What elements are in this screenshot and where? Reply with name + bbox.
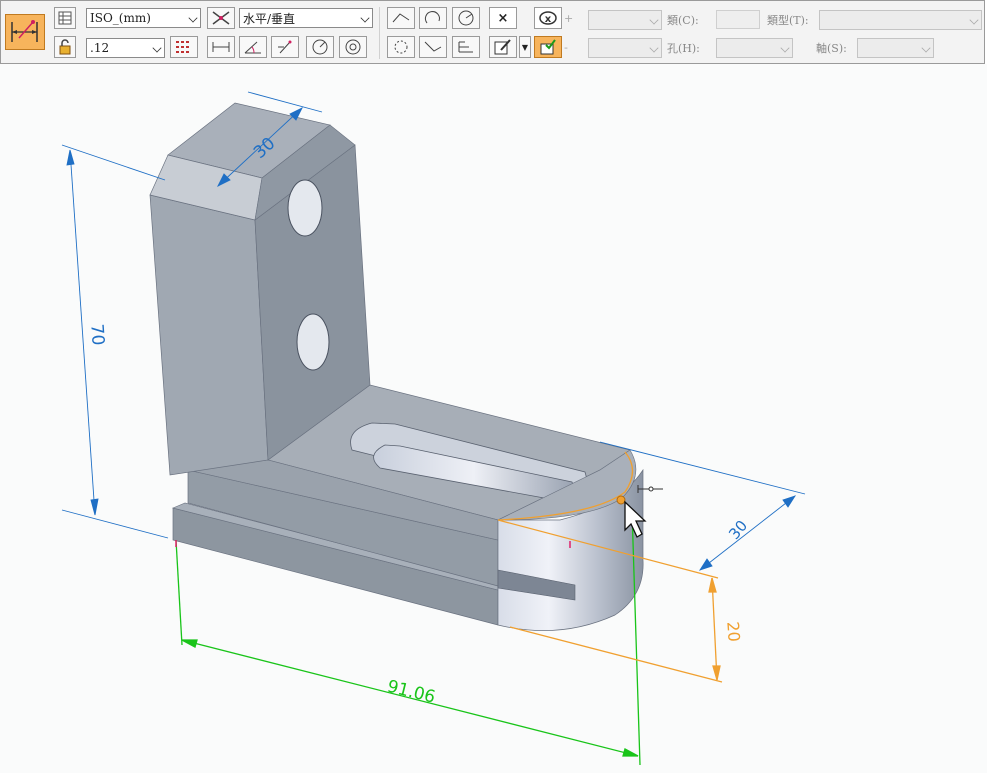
thickness-dimension-text[interactable]: 20	[723, 621, 743, 643]
orientation-button[interactable]	[207, 7, 235, 29]
angle-dim-button[interactable]	[239, 36, 267, 58]
distance-between-button[interactable]	[387, 7, 415, 29]
angle-between-button[interactable]	[419, 7, 447, 29]
lock-icon	[59, 39, 71, 55]
orientation-dropdown-value: 水平/垂直	[243, 11, 296, 26]
chevron-down-icon	[649, 15, 659, 25]
linear-dim-icon	[212, 42, 230, 52]
precision-grid-icon	[176, 41, 189, 53]
minus-sign: -	[564, 41, 568, 54]
graphics-window[interactable]: 70 30 30 91.06 20	[0, 64, 987, 773]
dimension-toolbar: ISO_(mm) .12 水平/垂直 × ▼ x + - 類(C): 孔(H):…	[0, 0, 985, 64]
precision-dropdown[interactable]: .12	[86, 38, 165, 58]
chamfer-icon	[424, 41, 442, 52]
chevron-down-icon	[649, 43, 659, 53]
symmetric-diameter-button[interactable]	[387, 36, 415, 58]
svg-text:x: x	[545, 14, 552, 25]
dimension-style-dropdown[interactable]: ISO_(mm)	[86, 8, 201, 28]
ordinate-dim-button[interactable]	[452, 36, 480, 58]
symmetric-diameter-icon	[394, 40, 408, 54]
coordinate-dim-icon	[278, 40, 292, 54]
edit-dimension-button[interactable]	[489, 36, 517, 58]
chevron-down-icon	[188, 13, 198, 23]
dimension-style-button[interactable]	[54, 7, 76, 29]
close-icon: ×	[497, 10, 509, 26]
chevron-down-icon	[360, 13, 370, 23]
prefix-dropdown	[588, 10, 662, 30]
depth-dimension-text[interactable]: 30	[725, 517, 751, 543]
upper-hole	[287, 179, 323, 237]
smart-dimension-icon	[11, 20, 38, 42]
upright-left-face	[149, 194, 269, 476]
angle-dim-icon	[244, 41, 261, 54]
precision-format-button[interactable]	[170, 36, 198, 58]
style-grid-icon	[58, 11, 72, 25]
orientation-dropdown[interactable]: 水平/垂直	[239, 8, 373, 28]
axis-dropdown	[857, 38, 934, 58]
arc-icon	[424, 11, 440, 24]
chamfer-dim-button[interactable]	[419, 36, 447, 58]
type-field	[716, 10, 760, 29]
type2-dropdown	[819, 10, 982, 30]
chevron-down-icon	[921, 43, 931, 53]
driving-check-icon	[540, 39, 556, 55]
edit-icon	[494, 39, 511, 55]
length-dimension-text[interactable]: 91.06	[385, 677, 437, 708]
clear-variable-button[interactable]: x	[534, 7, 562, 29]
distance-icon	[392, 13, 410, 23]
radial-dim-button[interactable]	[306, 36, 334, 58]
close-button[interactable]: ×	[489, 7, 517, 29]
type2-label: 類型(T):	[767, 14, 809, 27]
hole-dropdown	[716, 38, 793, 58]
variable-x-icon: x	[539, 11, 557, 25]
diameter-dim-icon	[345, 39, 361, 55]
smart-dimension-button[interactable]	[5, 14, 45, 50]
height-dimension-text[interactable]: 70	[86, 323, 107, 346]
chevron-down-icon: ▼	[521, 42, 529, 52]
arc-angle-icon	[458, 10, 474, 26]
chevron-down-icon	[969, 15, 979, 25]
linear-dim-button[interactable]	[207, 36, 235, 58]
precision-dropdown-value: .12	[90, 41, 110, 55]
arc-angle-button[interactable]	[452, 7, 480, 29]
radial-dim-icon	[312, 39, 328, 55]
lock-button[interactable]	[54, 36, 76, 58]
chevron-down-icon	[780, 43, 790, 53]
plus-sign: +	[564, 12, 574, 25]
coordinate-dim-button[interactable]	[271, 36, 299, 58]
suffix-dropdown	[588, 38, 662, 58]
diameter-dim-button[interactable]	[339, 36, 367, 58]
ordinate-icon	[458, 41, 473, 53]
selected-keypoint[interactable]	[616, 495, 626, 505]
style-dropdown-value: ISO_(mm)	[90, 11, 151, 25]
model-viewport[interactable]: 70 30 30 91.06 20	[0, 64, 987, 773]
chevron-down-icon	[152, 43, 162, 53]
driving-dimension-button[interactable]	[534, 36, 562, 58]
edit-dropdown-button[interactable]: ▼	[519, 36, 531, 58]
lower-hole	[296, 313, 330, 371]
orientation-icon	[212, 11, 230, 25]
type-label: 類(C):	[667, 14, 699, 27]
hole-label: 孔(H):	[667, 42, 700, 55]
axis-label: 軸(S):	[816, 42, 847, 55]
